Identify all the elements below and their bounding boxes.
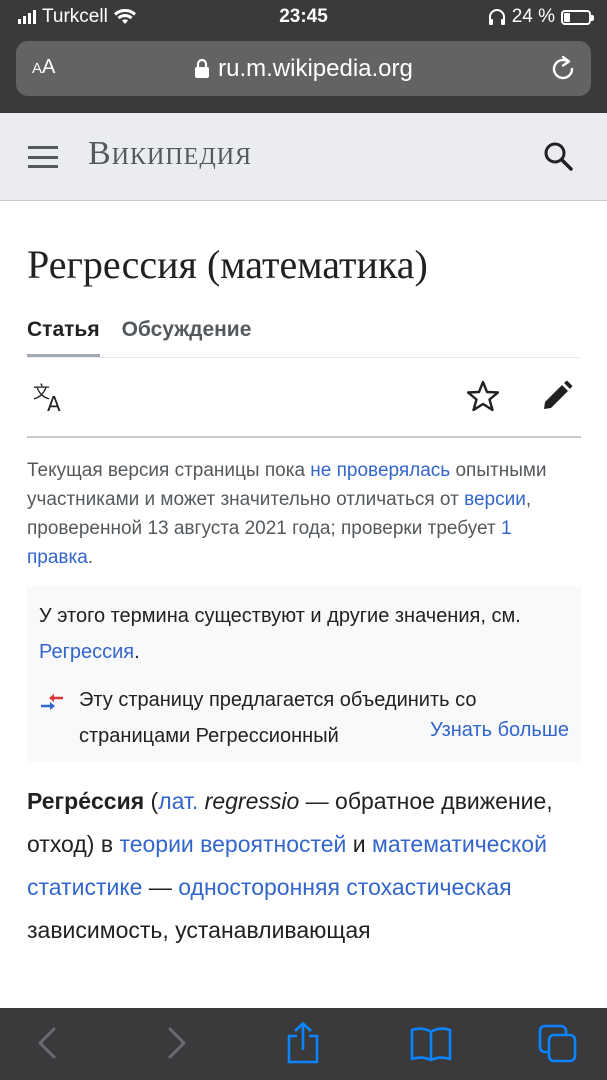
battery-icon [561,9,594,25]
menu-icon[interactable] [28,146,58,168]
merge-icon [41,694,63,710]
lead-term: Регре́ссия [27,788,145,814]
back-icon[interactable] [36,1026,58,1060]
url-text: ru.m.wikipedia.org [218,55,413,82]
wiki-header: Википедия [0,113,607,201]
bookmarks-icon[interactable] [410,1026,452,1062]
star-icon[interactable] [467,380,499,412]
lead-link-probability[interactable]: теории вероятностей [119,831,346,857]
lead-and: и [346,831,373,857]
reload-icon[interactable] [551,55,577,83]
page-tabs: Статья Обсуждение [27,312,581,358]
lead-link-latin[interactable]: лат. [158,788,198,814]
lead-open: ( [144,788,159,814]
learn-more-link[interactable]: Узнать больше [405,712,569,748]
language-icon[interactable]: 文 A [33,382,67,412]
browser-toolbar [0,1008,607,1080]
page-actions: 文 A [27,358,581,438]
tabs-icon[interactable] [538,1024,578,1064]
notice-text-1: Текущая версия страницы пока [27,460,311,481]
hatnote-link[interactable]: Регрессия [39,641,134,663]
hatnote-disambiguation: У этого термина существуют и другие знач… [39,598,569,670]
tab-article[interactable]: Статья [27,312,100,357]
battery-fill [564,12,570,22]
page-title: Регрессия (математика) [27,242,428,287]
hatnote-text: У этого термина существуют и другие знач… [39,605,521,627]
battery-percent: 24 % [511,6,555,27]
notice-link-unreviewed[interactable]: не проверялась [310,460,450,481]
lead-tail: зависимость, устанавливающая [27,917,371,943]
status-right: 24 % [488,6,594,28]
browser-top-chrome: Turkcell 23:45 24 % AA ru.m.wikipedia.or… [0,0,607,113]
status-bar: Turkcell 23:45 24 % [0,0,607,34]
address-bar[interactable]: AA ru.m.wikipedia.org [16,41,591,96]
lead-paragraph: Регре́ссия (лат. regressio — обратное дв… [27,780,581,952]
lock-icon [195,58,210,78]
hatnote-box: У этого термина существуют и другие знач… [27,586,581,762]
notice-text-4: . [87,547,94,568]
edit-icon[interactable] [541,380,573,412]
tab-talk[interactable]: Обсуждение [122,312,252,357]
lead-link-stochastic[interactable]: односторонняя стохастическая [178,874,511,900]
headphones-icon [488,9,505,25]
review-notice: Текущая версия страницы пока не проверял… [27,456,581,572]
search-icon[interactable] [543,141,573,171]
share-icon[interactable] [285,1022,321,1064]
svg-text:A: A [47,392,61,412]
lead-latin-word: regressio [198,788,300,814]
notice-link-version[interactable]: версии [464,489,526,510]
merge-notice[interactable]: Эту страницу предлагается объединить со … [39,682,569,762]
lead-dash: — [142,874,179,900]
hatnote-end: . [134,641,140,663]
article-content: Регрессия (математика) Статья Обсуждение… [27,201,581,952]
wikipedia-wordmark[interactable]: Википедия [88,135,252,173]
forward-icon[interactable] [166,1026,188,1060]
url-display[interactable]: ru.m.wikipedia.org [16,55,591,83]
